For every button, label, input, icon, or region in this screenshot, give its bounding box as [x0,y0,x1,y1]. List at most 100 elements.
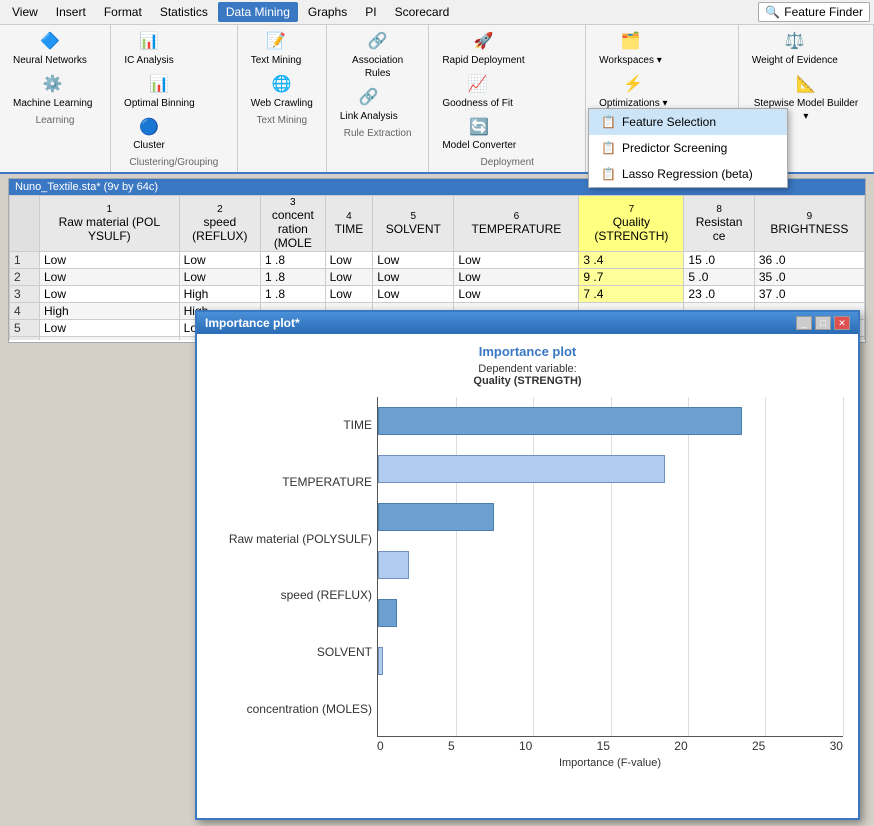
link-analysis-icon: 🔗 [359,88,379,109]
workspaces-icon: 🗂️ [621,32,641,53]
row-number: 4 [10,303,40,320]
cell[interactable]: Low [454,269,579,286]
ribbon-cluster[interactable]: 🔵 Cluster [119,115,179,156]
ribbon-ic-analysis[interactable]: 📊 IC Analysis [119,29,179,70]
cell[interactable]: 37 .0 [754,286,864,303]
cell[interactable]: 1 .8 [261,252,326,269]
neural-networks-icon: 🔷 [40,32,60,53]
text-mining-label: Text Mining [251,54,302,67]
y-axis-labels: TIME TEMPERATURE Raw material (POLYSULF)… [212,397,377,737]
ribbon-text-mining[interactable]: 📝 Text Mining [246,29,307,70]
x-label-25: 25 [752,739,765,753]
ribbon-learning-items: 🔷 Neural Networks ⚙️ Machine Learning [8,29,102,113]
cell[interactable]: Low [40,320,180,337]
ribbon-optimizations[interactable]: ⚡ Optimizations ▾ [594,72,672,113]
cell[interactable]: Low [454,286,579,303]
cell[interactable]: 1 .8 [261,286,326,303]
bars-container [377,397,843,737]
ribbon-goodness-of-fit[interactable]: 📈 Goodness of Fit [437,72,518,113]
cell[interactable]: 36 .0 [754,252,864,269]
x-label-20: 20 [674,739,687,753]
col-header-2[interactable]: 2speed(REFLUX) [179,196,260,252]
col-header-1[interactable]: 1Raw material (POLYSULF) [40,196,180,252]
row-number: 3 [10,286,40,303]
dropdown-predictor-screening[interactable]: 📋 Predictor Screening [589,135,787,161]
dropdown-feature-selection[interactable]: 📋 Feature Selection [589,109,787,135]
ribbon-link-analysis[interactable]: 🔗 Link Analysis [335,85,403,126]
menu-pi[interactable]: PI [357,2,384,22]
ribbon-rapid-deployment[interactable]: 🚀 Rapid Deployment [437,29,529,70]
cluster-label: Cluster [133,139,165,152]
menu-bar: View Insert Format Statistics Data Minin… [0,0,874,25]
cell[interactable]: Low [179,269,260,286]
menu-scorecard[interactable]: Scorecard [387,2,458,22]
bar-row-solvent [378,589,843,637]
cell[interactable]: Low [373,269,454,286]
col-9-label: BRIGHTNESS [770,222,848,236]
col-header-9[interactable]: 9BRIGHTNESS [754,196,864,252]
ribbon-machine-learning[interactable]: ⚙️ Machine Learning [8,72,98,113]
plot-subheading-bold: Quality (STRENGTH) [212,375,843,387]
cell[interactable]: Low [40,269,180,286]
ribbon-optimal-binning[interactable]: 📊 Optimal Binning [119,72,200,113]
cell[interactable]: 5 .0 [684,269,754,286]
ribbon-neural-networks[interactable]: 🔷 Neural Networks [8,29,92,70]
ribbon-association-rules[interactable]: 🔗 Association Rules [335,29,420,83]
feature-finder[interactable]: 🔍 Feature Finder [758,2,870,22]
cell[interactable]: Low [373,286,454,303]
menu-statistics[interactable]: Statistics [152,2,216,22]
ribbon-group-rule-extraction: 🔗 Association Rules 🔗 Link Analysis Rule… [327,25,429,172]
cell[interactable]: 3 .4 [579,252,684,269]
dropdown-lasso-regression[interactable]: 📋 Lasso Regression (beta) [589,161,787,187]
association-rules-icon: 🔗 [368,32,388,53]
row-number: 2 [10,269,40,286]
col-header-7[interactable]: 7Quality(STRENGTH) [579,196,684,252]
cell[interactable]: Low [40,286,180,303]
y-label-speed: speed (REFLUX) [212,571,372,619]
ribbon-clustering-items: 📊 IC Analysis 📊 Optimal Binning 🔵 Cluste… [119,29,229,155]
x-axis-title: Importance (F-value) [212,757,843,769]
cell[interactable]: Low [325,252,373,269]
minimize-button[interactable]: _ [796,316,812,330]
menu-insert[interactable]: Insert [48,2,94,22]
cell[interactable]: 23 .0 [684,286,754,303]
x-axis: 0 5 10 15 20 25 30 [212,739,843,753]
cell[interactable]: Low [325,269,373,286]
cell[interactable]: High [179,286,260,303]
maximize-button[interactable]: □ [815,316,831,330]
cell[interactable]: 9 .7 [579,269,684,286]
close-button[interactable]: ✕ [834,316,850,330]
col-header-5[interactable]: 5SOLVENT [373,196,454,252]
menu-graphs[interactable]: Graphs [300,2,355,22]
ribbon-weight-of-evidence[interactable]: ⚖️ Weight of Evidence [747,29,843,70]
weight-of-evidence-label: Weight of Evidence [752,54,838,67]
plot-titlebar: Importance plot* _ □ ✕ [197,312,858,334]
cell[interactable]: Low [454,252,579,269]
col-6-label: TEMPERATURE [471,222,561,236]
col-header-3[interactable]: 3concentration(MOLE [261,196,326,252]
cell[interactable]: High [40,303,180,320]
cell[interactable]: 7 .4 [579,286,684,303]
dropdown-predictor-screening-icon: 📋 [601,141,616,155]
cell[interactable]: Low [40,252,180,269]
menu-format[interactable]: Format [96,2,150,22]
ribbon-workspaces[interactable]: 🗂️ Workspaces ▾ [594,29,667,70]
bar-solvent [378,599,397,627]
col-header-8[interactable]: 8Resistance [684,196,754,252]
cell[interactable]: 35 .0 [754,269,864,286]
cell[interactable]: Low [325,286,373,303]
cell[interactable]: High [40,337,180,341]
ribbon-group-clustering-label: Clustering/Grouping [119,157,229,168]
menu-view[interactable]: View [4,2,46,22]
ribbon-model-converter[interactable]: 🔄 Model Converter [437,115,521,156]
cluster-icon: 🔵 [139,118,159,139]
cell[interactable]: Low [373,252,454,269]
col-8-label: Resistance [696,215,743,243]
cell[interactable]: Low [179,252,260,269]
col-header-6[interactable]: 6TEMPERATURE [454,196,579,252]
cell[interactable]: 1 .8 [261,269,326,286]
ribbon-web-crawling[interactable]: 🌐 Web Crawling [246,72,318,113]
cell[interactable]: 15 .0 [684,252,754,269]
menu-data-mining[interactable]: Data Mining [218,2,298,22]
col-header-4[interactable]: 4TIME [325,196,373,252]
